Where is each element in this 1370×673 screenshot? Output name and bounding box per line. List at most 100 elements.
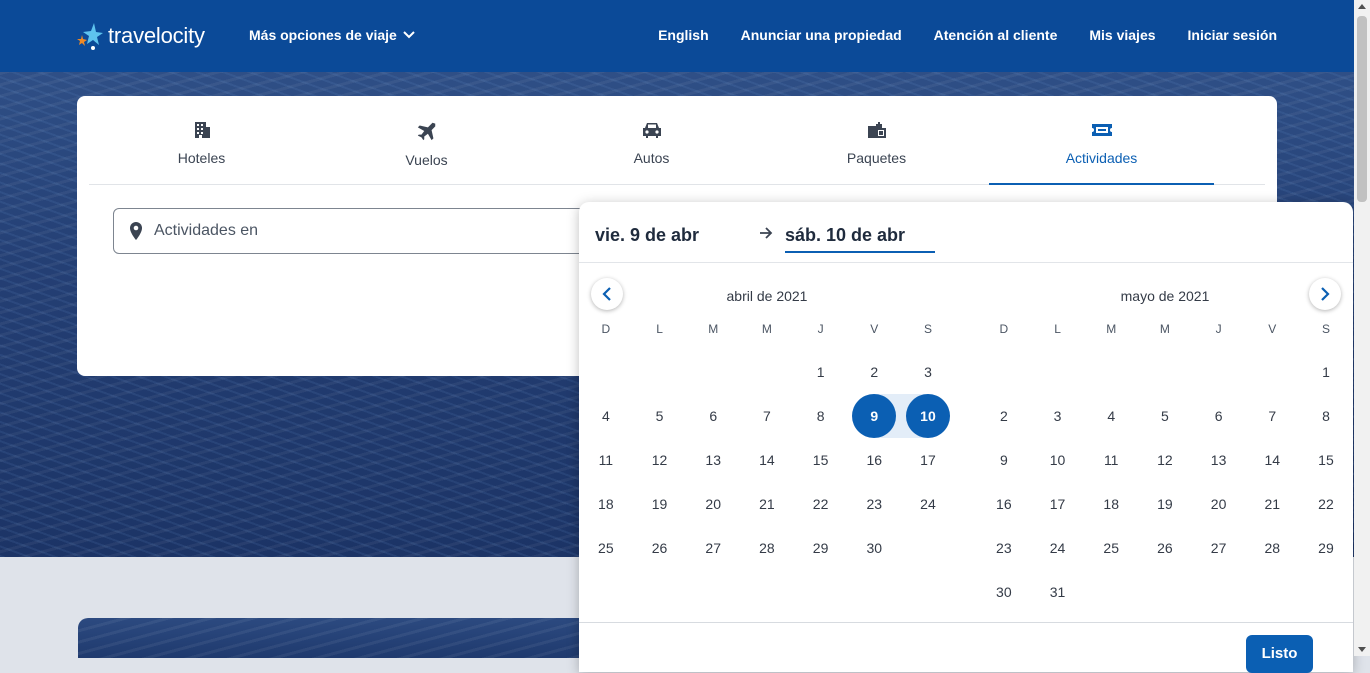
calendar-day[interactable]: 3 xyxy=(901,350,955,394)
calendar-day[interactable]: 17 xyxy=(1031,482,1085,526)
calendar-day[interactable]: 6 xyxy=(686,394,740,438)
calendar-day[interactable]: 12 xyxy=(633,438,687,482)
calendar-day-number: 28 xyxy=(759,540,775,556)
start-date-field[interactable]: vie. 9 de abr xyxy=(595,225,699,246)
calendar-day[interactable]: 12 xyxy=(1138,438,1192,482)
more-travel-options-menu[interactable]: Más opciones de viaje xyxy=(249,27,415,43)
tab-activities[interactable]: Actividades xyxy=(989,96,1214,185)
nav-language[interactable]: English xyxy=(658,27,709,43)
page-scrollbar[interactable] xyxy=(1354,0,1370,656)
calendar-day[interactable]: 16 xyxy=(847,438,901,482)
weekday: V xyxy=(870,322,879,336)
calendar-day[interactable]: 21 xyxy=(1245,482,1299,526)
calendar-day[interactable]: 17 xyxy=(901,438,955,482)
calendar-day[interactable]: 22 xyxy=(794,482,848,526)
scroll-down-arrow-icon[interactable] xyxy=(1358,647,1366,652)
weekday-header: D L M M J V S xyxy=(977,322,1353,340)
calendar-day-number: 19 xyxy=(1157,496,1173,512)
calendar-day[interactable]: 7 xyxy=(740,394,794,438)
calendar-day[interactable]: 9 xyxy=(977,438,1031,482)
tab-hotels[interactable]: Hoteles xyxy=(89,96,314,184)
calendar-day[interactable]: 2 xyxy=(977,394,1031,438)
calendar-day-number: 30 xyxy=(996,584,1012,600)
calendar-day[interactable]: 23 xyxy=(977,526,1031,570)
calendar-day[interactable]: 27 xyxy=(686,526,740,570)
calendar-day[interactable]: 28 xyxy=(740,526,794,570)
scroll-thumb[interactable] xyxy=(1357,16,1367,202)
calendar-day-selected-start[interactable]: 9 xyxy=(847,394,901,438)
calendar-day[interactable]: 20 xyxy=(1192,482,1246,526)
calendar-day[interactable]: 18 xyxy=(1084,482,1138,526)
activities-destination-input[interactable]: Actividades en xyxy=(113,208,633,254)
calendar-day-number: 9 xyxy=(999,452,1008,468)
weekday: M xyxy=(761,322,772,336)
scroll-up-arrow-icon[interactable] xyxy=(1358,4,1366,9)
calendar-day[interactable]: 7 xyxy=(1245,394,1299,438)
calendar-day-number: 21 xyxy=(759,496,775,512)
calendar-day[interactable]: 28 xyxy=(1245,526,1299,570)
calendar-empty-cell xyxy=(633,350,687,394)
calendar-day[interactable]: 16 xyxy=(977,482,1031,526)
calendar-day[interactable]: 30 xyxy=(847,526,901,570)
calendar-day[interactable]: 3 xyxy=(1031,394,1085,438)
calendar-day[interactable]: 10 xyxy=(1031,438,1085,482)
calendar-day[interactable]: 31 xyxy=(1031,570,1085,614)
calendar-day[interactable]: 25 xyxy=(579,526,633,570)
calendar-day-selected-end[interactable]: 10 xyxy=(901,394,955,438)
calendar-day[interactable]: 4 xyxy=(579,394,633,438)
calendar-day[interactable]: 8 xyxy=(1299,394,1353,438)
calendar-day-number: 16 xyxy=(866,452,883,468)
calendar-day[interactable]: 11 xyxy=(579,438,633,482)
calendar-day[interactable]: 27 xyxy=(1192,526,1246,570)
calendar-day[interactable]: 13 xyxy=(686,438,740,482)
end-date-field[interactable]: sáb. 10 de abr xyxy=(785,225,935,253)
calendar-day[interactable]: 29 xyxy=(1299,526,1353,570)
calendar-day[interactable]: 21 xyxy=(740,482,794,526)
calendar-day[interactable]: 20 xyxy=(686,482,740,526)
calendar-day[interactable]: 23 xyxy=(847,482,901,526)
nav-customer-support[interactable]: Atención al cliente xyxy=(934,27,1058,43)
calendar-day[interactable]: 14 xyxy=(1245,438,1299,482)
weekday: M xyxy=(708,322,719,336)
calendar-day[interactable]: 15 xyxy=(794,438,848,482)
travelocity-logo[interactable]: travelocity xyxy=(76,18,205,54)
calendar-day[interactable]: 26 xyxy=(1138,526,1192,570)
calendar-day[interactable]: 8 xyxy=(794,394,848,438)
calendar-day[interactable]: 18 xyxy=(579,482,633,526)
calendar-day[interactable]: 14 xyxy=(740,438,794,482)
day-grid: 1 2 3 4 5 6 7 8 9 10 11 12 13 14 15 16 17 18 19 20 21 22 23 24 2… xyxy=(977,350,1353,614)
calendar-day[interactable]: 19 xyxy=(633,482,687,526)
calendar-day[interactable]: 1 xyxy=(794,350,848,394)
calendar-day[interactable]: 15 xyxy=(1299,438,1353,482)
nav-sign-in[interactable]: Iniciar sesión xyxy=(1188,27,1277,43)
calendar-day[interactable]: 24 xyxy=(1031,526,1085,570)
calendar-day[interactable]: 13 xyxy=(1192,438,1246,482)
calendar-day-number: 17 xyxy=(920,452,936,468)
calendar-day-number: 13 xyxy=(1210,452,1227,468)
calendar-day[interactable]: 19 xyxy=(1138,482,1192,526)
calendar-day[interactable]: 5 xyxy=(1138,394,1192,438)
nav-list-property[interactable]: Anunciar una propiedad xyxy=(741,27,902,43)
calendar-day[interactable]: 11 xyxy=(1084,438,1138,482)
done-button[interactable]: Listo xyxy=(1246,635,1313,673)
calendar-day[interactable]: 26 xyxy=(633,526,687,570)
tab-flights[interactable]: Vuelos xyxy=(314,96,539,184)
calendar-day-number: 9 xyxy=(852,394,897,438)
more-travel-options-label: Más opciones de viaje xyxy=(249,27,397,43)
calendar-day[interactable]: 2 xyxy=(847,350,901,394)
nav-my-trips[interactable]: Mis viajes xyxy=(1089,27,1155,43)
calendar-day-number: 24 xyxy=(1049,540,1066,556)
calendar-day[interactable]: 29 xyxy=(794,526,848,570)
calendar-day-number: 8 xyxy=(816,408,825,424)
tab-packages[interactable]: Paquetes xyxy=(764,96,989,184)
calendar-day[interactable]: 6 xyxy=(1192,394,1246,438)
calendar-day[interactable]: 25 xyxy=(1084,526,1138,570)
calendar-day[interactable]: 4 xyxy=(1084,394,1138,438)
calendar-day[interactable]: 24 xyxy=(901,482,955,526)
calendar-day[interactable]: 30 xyxy=(977,570,1031,614)
calendar-day[interactable]: 22 xyxy=(1299,482,1353,526)
calendar-day[interactable]: 5 xyxy=(633,394,687,438)
calendar-day[interactable]: 1 xyxy=(1299,350,1353,394)
tab-cars[interactable]: Autos xyxy=(539,96,764,184)
ticket-icon xyxy=(1091,124,1112,136)
